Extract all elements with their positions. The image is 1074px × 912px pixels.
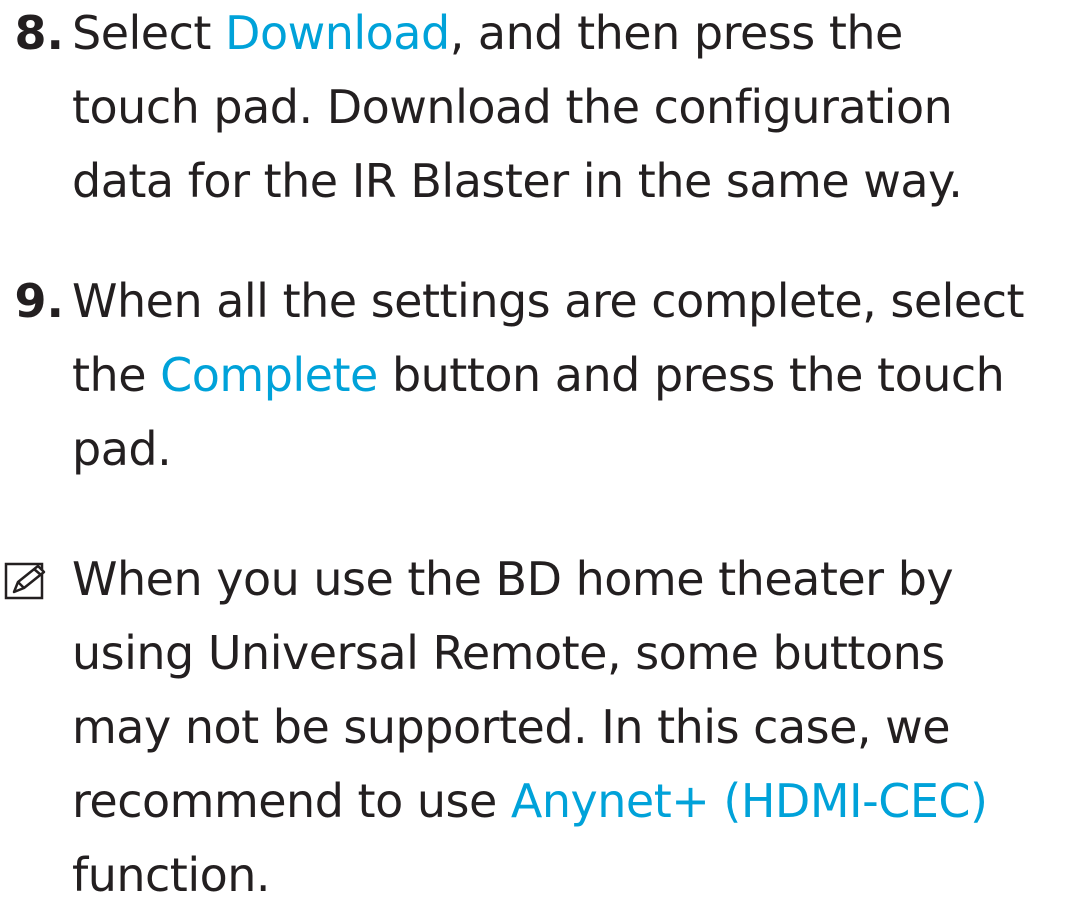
- note-text: When you use the BD home theater by usin…: [72, 542, 1072, 912]
- line-text-pre: recommend to use: [72, 774, 511, 828]
- download-link[interactable]: Download: [225, 6, 450, 60]
- step-line: touch pad. Download the configuration: [72, 80, 953, 134]
- complete-link[interactable]: Complete: [160, 348, 378, 402]
- step-line: pad.: [72, 422, 172, 476]
- note-line: function.: [72, 848, 271, 902]
- step-text: Select Download, and then press the touc…: [72, 0, 1072, 218]
- step-line: data for the IR Blaster in the same way.: [72, 154, 963, 208]
- note-line: When you use the BD home theater by: [72, 552, 954, 606]
- note-line: using Universal Remote, some buttons: [72, 626, 945, 680]
- note-pencil-icon: [4, 562, 46, 600]
- step-number: 8.: [14, 6, 64, 60]
- step-number: 9.: [14, 274, 64, 328]
- step-text: When all the settings are complete, sele…: [72, 264, 1072, 486]
- note-line: may not be supported. In this case, we: [72, 700, 951, 754]
- step-line: the Complete button and press the touch: [72, 338, 1072, 412]
- line-text-pre: Select: [72, 6, 226, 60]
- note-line: recommend to use Anynet+ (HDMI-CEC): [72, 764, 1072, 838]
- step-line: When all the settings are complete, sele…: [72, 274, 1025, 328]
- line-text-post: , and then press the: [449, 6, 904, 60]
- manual-page: 8. Select Download, and then press the t…: [0, 0, 1074, 902]
- anynet-link[interactable]: Anynet+ (HDMI-CEC): [511, 774, 988, 828]
- line-text-post: button and press the touch: [377, 348, 1005, 402]
- step-line: Select Download, and then press the: [72, 0, 1072, 70]
- line-text-pre: the: [72, 348, 161, 402]
